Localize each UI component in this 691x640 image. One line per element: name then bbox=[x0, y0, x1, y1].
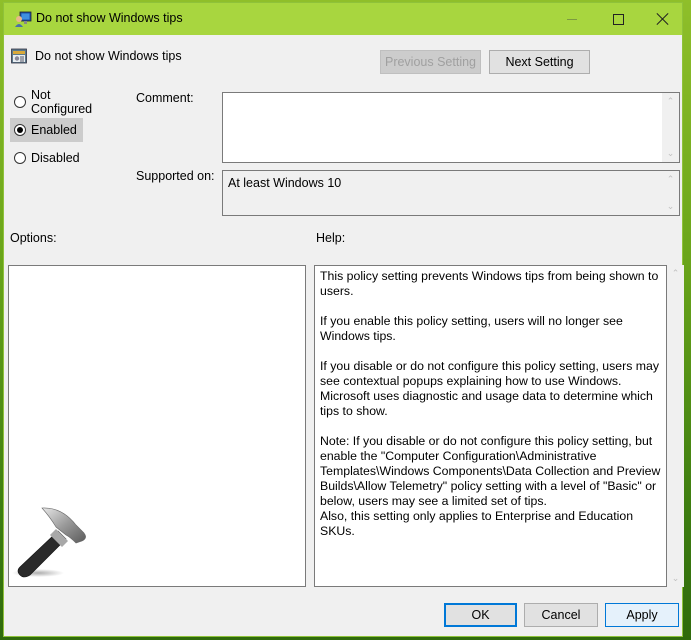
window-title: Do not show Windows tips bbox=[36, 11, 183, 25]
close-icon bbox=[657, 13, 669, 25]
radio-button-checked-icon bbox=[14, 124, 26, 136]
help-scrollbar[interactable]: ⌃ ⌄ bbox=[667, 265, 684, 587]
next-setting-button[interactable]: Next Setting bbox=[489, 50, 590, 74]
title-bar[interactable]: Do not show Windows tips bbox=[4, 3, 682, 35]
radio-label: Enabled bbox=[31, 123, 77, 137]
policy-setting-icon bbox=[11, 48, 27, 64]
supported-on-value: At least Windows 10 bbox=[228, 176, 342, 190]
cancel-button[interactable]: Cancel bbox=[524, 603, 598, 627]
radio-button-icon bbox=[14, 152, 26, 164]
options-label: Options: bbox=[10, 231, 57, 245]
scroll-up-icon[interactable]: ⌃ bbox=[662, 171, 679, 188]
apply-button[interactable]: Apply bbox=[605, 603, 679, 627]
radio-not-configured[interactable]: Not Configured bbox=[10, 88, 115, 116]
minimize-icon bbox=[567, 18, 577, 20]
help-text: This policy setting prevents Windows tip… bbox=[320, 269, 661, 538]
scroll-up-icon[interactable]: ⌃ bbox=[667, 265, 684, 282]
help-panel: This policy setting prevents Windows tip… bbox=[314, 265, 667, 587]
group-policy-icon bbox=[15, 11, 32, 27]
maximize-button[interactable] bbox=[596, 3, 640, 35]
scroll-down-icon[interactable]: ⌄ bbox=[667, 570, 684, 587]
radio-enabled[interactable]: Enabled bbox=[10, 118, 83, 142]
supported-on-field: At least Windows 10 ⌃ ⌄ bbox=[222, 170, 680, 216]
scroll-down-icon[interactable]: ⌄ bbox=[662, 198, 679, 215]
supported-scrollbar[interactable]: ⌃ ⌄ bbox=[662, 171, 679, 215]
close-button[interactable] bbox=[641, 3, 685, 35]
scroll-down-icon[interactable]: ⌄ bbox=[662, 145, 679, 162]
hammer-logo-icon bbox=[12, 507, 86, 578]
policy-dialog-window: Do not show Windows tips Do not show Win… bbox=[3, 2, 684, 637]
ok-button[interactable]: OK bbox=[444, 603, 517, 627]
supported-on-label: Supported on: bbox=[136, 169, 215, 183]
minimize-button[interactable] bbox=[550, 3, 594, 35]
comment-scrollbar[interactable]: ⌃ ⌄ bbox=[662, 93, 679, 162]
scroll-up-icon[interactable]: ⌃ bbox=[662, 93, 679, 110]
comment-label: Comment: bbox=[136, 91, 194, 105]
maximize-icon bbox=[612, 13, 624, 25]
radio-label: Not Configured bbox=[30, 88, 93, 116]
radio-label: Disabled bbox=[31, 151, 80, 165]
comment-input[interactable]: ⌃ ⌄ bbox=[222, 92, 680, 163]
radio-disabled[interactable]: Disabled bbox=[10, 146, 90, 170]
previous-setting-button[interactable]: Previous Setting bbox=[380, 50, 481, 74]
radio-button-icon bbox=[14, 96, 26, 108]
policy-name: Do not show Windows tips bbox=[35, 49, 182, 63]
help-label: Help: bbox=[316, 231, 346, 245]
